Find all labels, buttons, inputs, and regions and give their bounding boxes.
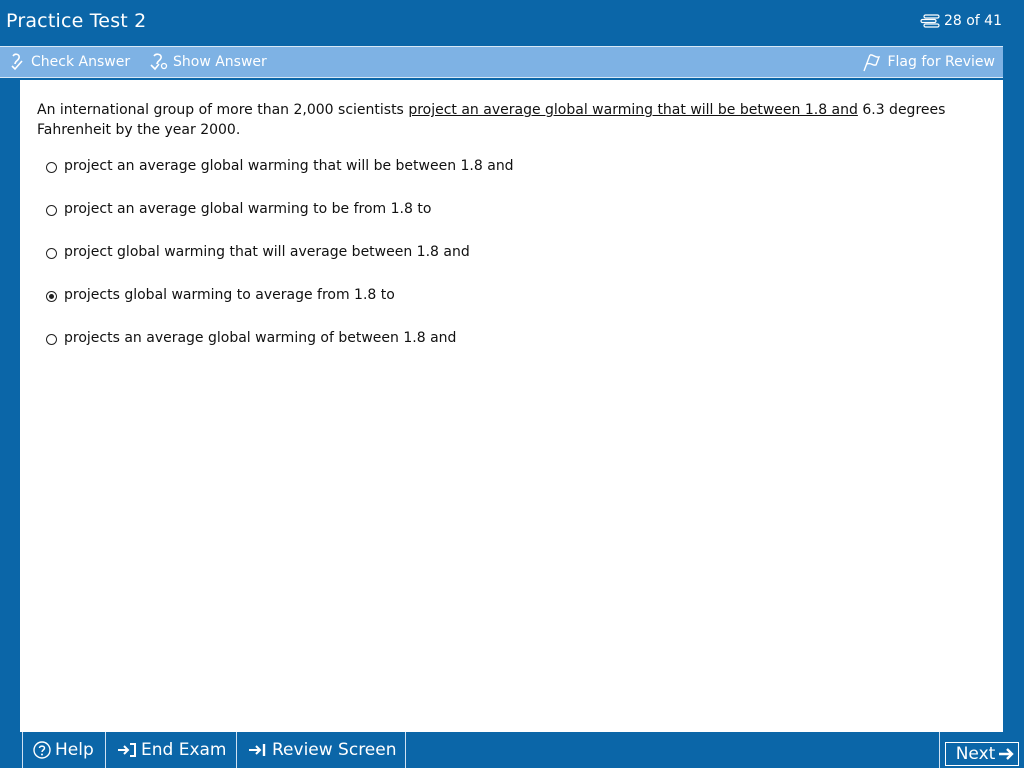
help-button[interactable]: Help (22, 732, 105, 768)
review-screen-button[interactable]: Review Screen (236, 732, 406, 768)
next-label: Next (955, 744, 996, 764)
check-answer-icon (10, 53, 26, 71)
radio-button[interactable] (46, 334, 57, 345)
end-exam-label: End Exam (141, 740, 227, 760)
radio-button[interactable] (46, 248, 57, 259)
question-toolbar: Check Answer Show Answer Flag for Review (0, 46, 1003, 78)
help-icon (33, 741, 55, 759)
review-screen-icon (248, 742, 272, 758)
check-answer-button[interactable]: Check Answer (10, 47, 130, 77)
question-panel: An international group of more than 2,00… (20, 80, 1003, 732)
answer-options: project an average global warming that w… (46, 157, 514, 372)
answer-option-2[interactable]: project an average global warming to be … (46, 200, 514, 243)
bottom-navigation-bar: Help End Exam Review Screen Next (0, 732, 1024, 768)
title-bar: Practice Test 2 28 of 41 (0, 0, 1024, 46)
answer-option-3[interactable]: project global warming that will average… (46, 243, 514, 286)
flag-for-review-label: Flag for Review (887, 54, 995, 70)
flag-icon (862, 52, 882, 72)
show-answer-icon (150, 53, 168, 71)
next-button-frame[interactable]: Next (944, 742, 1020, 766)
question-stem: An international group of more than 2,00… (37, 100, 977, 140)
answer-option-4[interactable]: projects global warming to average from … (46, 286, 514, 329)
end-exam-button[interactable]: End Exam (105, 732, 236, 768)
review-screen-label: Review Screen (272, 740, 397, 760)
answer-option-label: projects global warming to average from … (64, 287, 395, 303)
check-answer-label: Check Answer (31, 54, 131, 70)
radio-button[interactable] (46, 205, 57, 216)
stem-text-before: An international group of more than 2,00… (37, 102, 409, 118)
next-button[interactable]: Next (939, 732, 1024, 768)
answer-option-label: project global warming that will average… (64, 244, 470, 260)
next-arrow-icon (995, 746, 1016, 762)
progress-list-icon (920, 14, 940, 28)
end-exam-icon (117, 742, 141, 758)
show-answer-button[interactable]: Show Answer (150, 47, 267, 77)
radio-button-selected[interactable] (46, 291, 57, 302)
answer-option-label: project an average global warming to be … (64, 201, 432, 217)
show-answer-label: Show Answer (173, 54, 267, 70)
flag-for-review-button[interactable]: Flag for Review (862, 47, 995, 77)
radio-button[interactable] (46, 162, 57, 173)
app-title: Practice Test 2 (6, 10, 147, 32)
answer-option-label: projects an average global warming of be… (64, 330, 457, 346)
stem-underlined-text: project an average global warming that w… (408, 102, 858, 118)
answer-option-5[interactable]: projects an average global warming of be… (46, 329, 514, 372)
answer-option-1[interactable]: project an average global warming that w… (46, 157, 514, 200)
answer-option-label: project an average global warming that w… (64, 158, 514, 174)
progress-text: 28 of 41 (943, 13, 1002, 29)
help-label: Help (55, 740, 94, 760)
question-progress: 28 of 41 (920, 13, 1002, 29)
